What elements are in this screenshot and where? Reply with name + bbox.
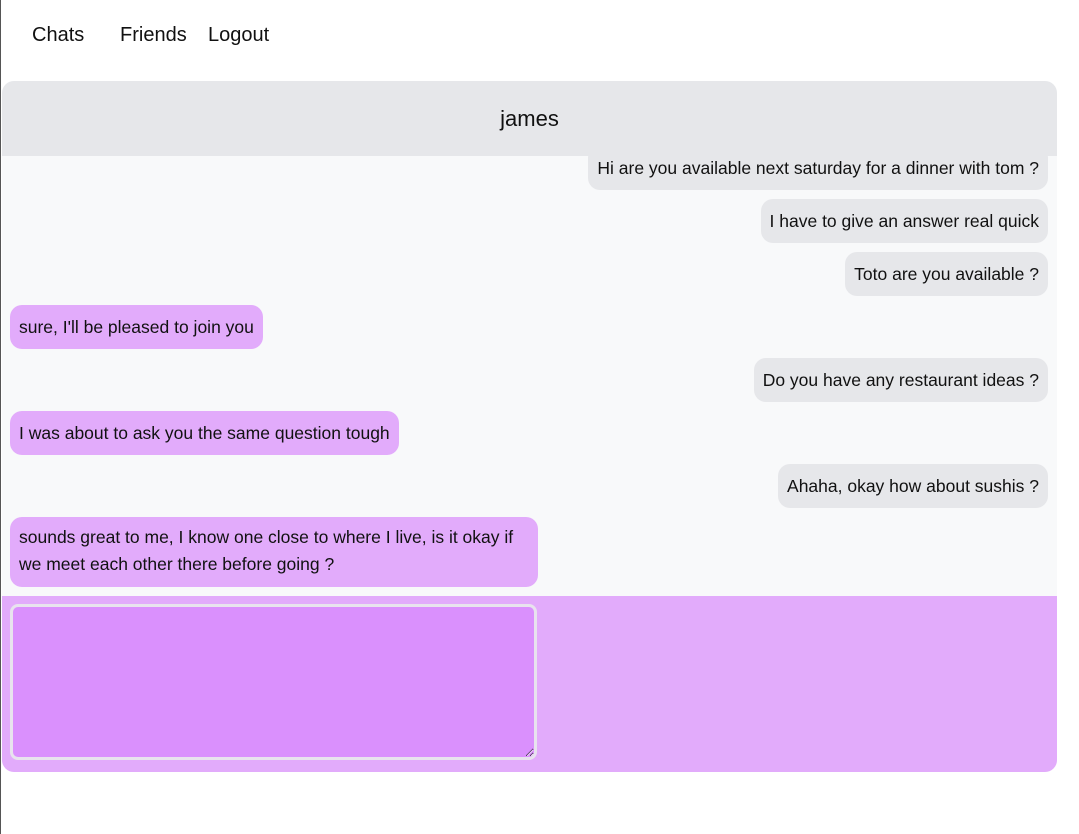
message-input[interactable]	[10, 604, 537, 760]
message-bubble-sent: Toto are you available ?	[845, 252, 1048, 296]
chat-panel: james Hi are you available next saturday…	[2, 81, 1057, 772]
message-bubble-sent: I have to give an answer real quick	[760, 199, 1048, 243]
message-bubble-received: sure, I'll be pleased to join you	[10, 305, 263, 349]
message-composer	[2, 596, 1057, 772]
top-nav: Chats Friends Logout	[0, 0, 1079, 70]
window-left-edge	[0, 0, 1, 834]
message-bubble-received: I was about to ask you the same question…	[10, 411, 399, 455]
nav-logout-link[interactable]: Logout	[208, 22, 269, 48]
contact-name: james	[500, 105, 559, 131]
chat-header: james	[2, 81, 1057, 156]
nav-chats-link[interactable]: Chats	[32, 22, 84, 48]
message-bubble-sent: Ahaha, okay how about sushis ?	[778, 464, 1048, 508]
nav-friends-link[interactable]: Friends	[120, 22, 187, 48]
message-bubble-sent: Do you have any restaurant ideas ?	[753, 358, 1048, 402]
message-list[interactable]: Hi are you available next saturday for a…	[2, 156, 1057, 596]
message-bubble-sent: Hi are you available next saturday for a…	[588, 156, 1048, 190]
message-bubble-received: sounds great to me, I know one close to …	[10, 517, 538, 587]
